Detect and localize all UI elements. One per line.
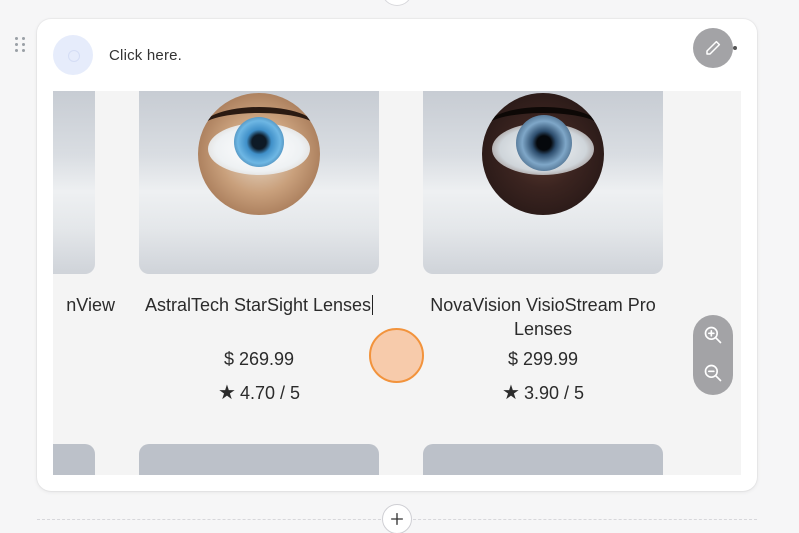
zoom-controls xyxy=(693,315,733,395)
product-name: NovaVision VisioStream Pro Lenses xyxy=(430,295,656,339)
product-card-next-row[interactable] xyxy=(423,444,663,475)
star-icon: ★ xyxy=(502,382,520,404)
star-icon: ★ xyxy=(218,382,236,404)
rating-value: 3.90 / 5 xyxy=(523,383,584,403)
product-rating: ★ 3.90 / 5 xyxy=(423,380,663,405)
product-price: $ 269.99 xyxy=(223,349,295,369)
product-image xyxy=(139,91,379,274)
drag-handle-icon[interactable] xyxy=(15,37,27,53)
product-name[interactable]: AstralTech StarSight Lenses xyxy=(119,293,399,317)
zoom-out-icon xyxy=(704,364,722,382)
product-carousel: nView AstralTech StarSight Lenses $ 269.… xyxy=(53,91,741,475)
rating-value: 4.70 / 5 xyxy=(239,383,300,403)
product-name-text: AstralTech StarSight Lenses xyxy=(144,295,372,315)
product-name: nView xyxy=(66,295,115,315)
plus-icon xyxy=(391,513,403,525)
eye-image xyxy=(482,93,604,215)
add-block-button[interactable] xyxy=(382,504,412,533)
product-rating: ★ 4.70 / 5 xyxy=(139,380,379,405)
block-card: Click here. nView AstralTech StarSight L… xyxy=(37,19,757,491)
pencil-icon xyxy=(706,40,721,55)
click-indicator xyxy=(369,328,424,383)
prompt-text[interactable]: Click here. xyxy=(109,47,182,64)
top-add-block-button[interactable] xyxy=(382,0,412,6)
zoom-in-button[interactable] xyxy=(693,315,733,355)
zoom-out-button[interactable] xyxy=(693,353,733,393)
product-card-next-row[interactable] xyxy=(139,444,379,475)
eye-image xyxy=(198,93,320,215)
edit-button[interactable] xyxy=(693,28,733,68)
zoom-in-icon xyxy=(704,326,722,344)
product-price: $ 299.99 xyxy=(507,349,579,369)
avatar[interactable] xyxy=(53,35,93,75)
product-card-next-row[interactable] xyxy=(53,444,95,475)
product-image xyxy=(53,91,95,274)
product-image xyxy=(423,91,663,274)
text-caret xyxy=(372,295,374,315)
card-header: Click here. xyxy=(37,19,757,91)
